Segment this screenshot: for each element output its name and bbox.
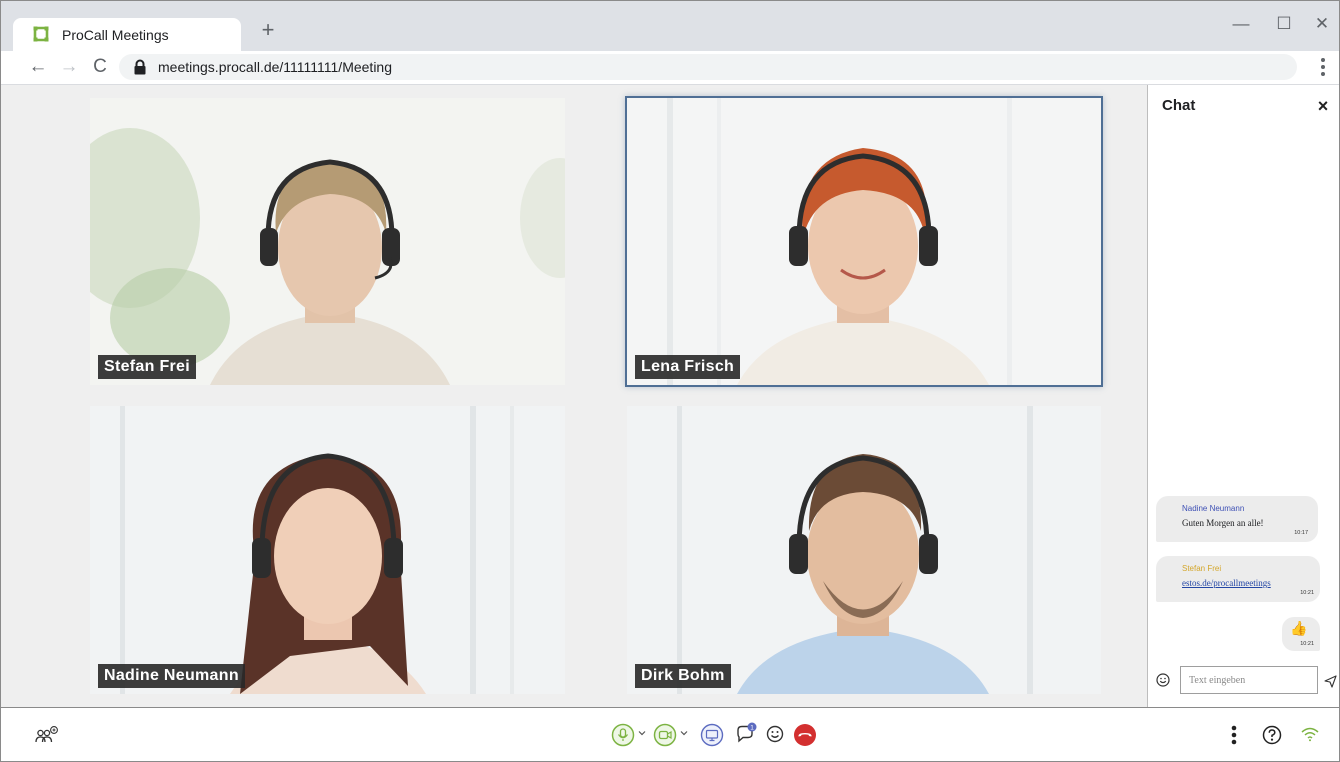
chat-icon[interactable]: 1 xyxy=(734,721,758,747)
participant-name: Stefan Frei xyxy=(98,355,196,379)
meeting-controls-bar: 1 xyxy=(1,707,1339,761)
forward-button[interactable]: → xyxy=(58,56,80,78)
help-icon[interactable] xyxy=(1262,725,1282,745)
chat-message-sender: Stefan Frei xyxy=(1182,564,1222,573)
thumbs-up-emoji: 👍 xyxy=(1290,620,1308,636)
microphone-options-chevron-icon[interactable] xyxy=(638,729,646,737)
reload-button[interactable]: C xyxy=(89,56,111,78)
chat-composer xyxy=(1148,661,1340,701)
participant-video xyxy=(627,406,1101,694)
address-bar[interactable]: meetings.procall.de/11111111/Meeting xyxy=(119,54,1297,80)
camera-options-chevron-icon[interactable] xyxy=(680,729,688,737)
url-text: meetings.procall.de/11111111/Meeting xyxy=(158,59,393,75)
tab-title: ProCall Meetings xyxy=(62,27,169,43)
chat-title: Chat xyxy=(1162,97,1196,114)
chat-message-time: 10:21 xyxy=(1300,590,1314,596)
chat-unread-badge: 1 xyxy=(750,724,754,731)
new-tab-button[interactable]: + xyxy=(257,19,279,41)
browser-menu-icon[interactable] xyxy=(1313,56,1333,78)
screen-share-icon[interactable] xyxy=(700,723,724,747)
maximize-button[interactable]: ☐ xyxy=(1271,13,1297,35)
participant-tile-active[interactable]: Lena Frisch xyxy=(627,98,1101,385)
chat-message-own: 👍 10:21 xyxy=(1282,617,1320,651)
emoji-picker-icon[interactable] xyxy=(1156,673,1170,687)
procall-logo-icon xyxy=(33,26,49,42)
browser-window: ProCall Meetings + — ☐ ✕ ← → C meetings.… xyxy=(0,0,1340,762)
microphone-icon[interactable] xyxy=(611,723,637,747)
connection-quality-icon[interactable] xyxy=(1300,726,1320,742)
participant-tile[interactable]: Stefan Frei xyxy=(90,98,565,385)
chat-message-sender: Nadine Neumann xyxy=(1182,504,1245,513)
chat-panel: Chat × Nadine Neumann Guten Morgen an al… xyxy=(1147,85,1339,707)
lock-icon xyxy=(134,59,146,75)
participant-name: Lena Frisch xyxy=(635,355,741,379)
hang-up-icon[interactable] xyxy=(793,723,817,747)
chat-message-time: 10:17 xyxy=(1294,530,1308,536)
participant-video xyxy=(90,98,565,385)
chat-message: Stefan Frei estos.de/procallmeetings 10:… xyxy=(1156,556,1320,602)
participants-icon[interactable] xyxy=(35,725,59,745)
chat-message-time: 10:21 xyxy=(1300,641,1314,647)
chat-message-text: Guten Morgen an alle! xyxy=(1182,518,1264,528)
more-options-icon[interactable] xyxy=(1227,724,1241,746)
browser-tab[interactable]: ProCall Meetings xyxy=(13,18,241,51)
chat-message-link[interactable]: estos.de/procallmeetings xyxy=(1182,578,1271,588)
tab-bar: ProCall Meetings + — ☐ ✕ xyxy=(1,1,1339,51)
participant-tile[interactable]: Dirk Bohm xyxy=(627,406,1101,694)
emoji-icon[interactable] xyxy=(766,725,784,743)
browser-toolbar: ← → C meetings.procall.de/11111111/Meeti… xyxy=(1,51,1339,85)
window-close-button[interactable]: ✕ xyxy=(1309,13,1335,35)
send-icon[interactable] xyxy=(1324,675,1337,688)
participant-name: Nadine Neumann xyxy=(98,664,245,688)
participant-tile[interactable]: Nadine Neumann xyxy=(90,406,565,694)
participant-name: Dirk Bohm xyxy=(635,664,731,688)
chat-text-input[interactable] xyxy=(1180,666,1318,694)
back-button[interactable]: ← xyxy=(27,56,49,78)
minimize-button[interactable]: — xyxy=(1228,13,1254,35)
participant-video xyxy=(90,406,565,694)
video-grid: Stefan Frei Lena Frisch Nadine Neumann D… xyxy=(1,85,1147,707)
camera-icon[interactable] xyxy=(653,723,679,747)
chat-close-button[interactable]: × xyxy=(1314,97,1332,115)
participant-video xyxy=(627,98,1101,385)
chat-message: Nadine Neumann Guten Morgen an alle! 10:… xyxy=(1156,496,1318,542)
